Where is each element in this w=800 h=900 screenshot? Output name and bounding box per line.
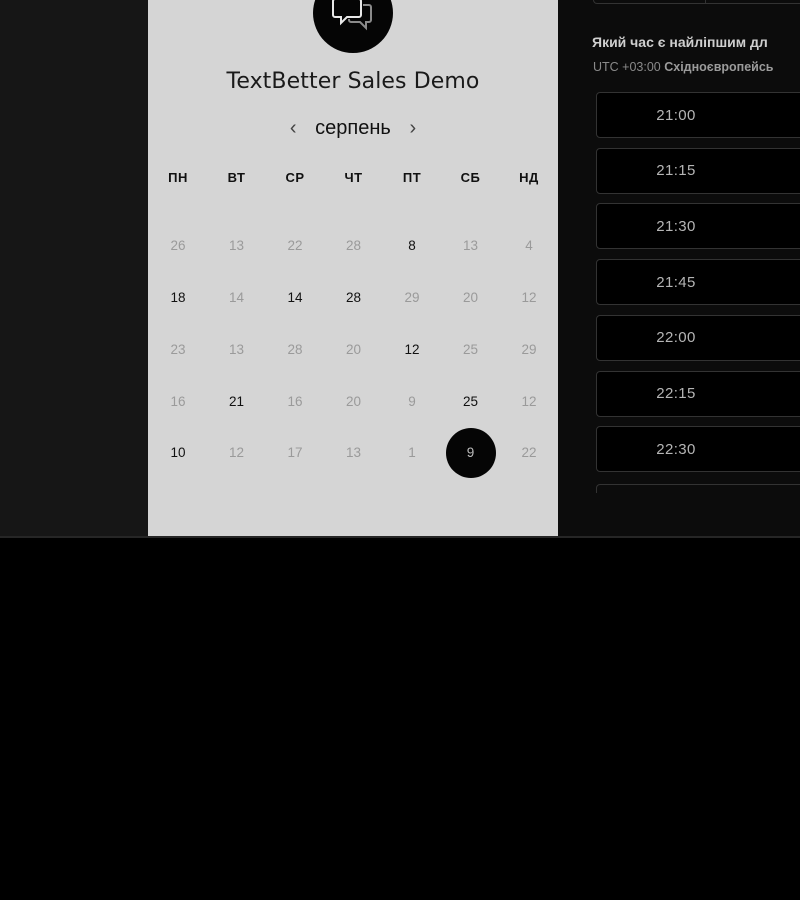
calendar-day: 9: [408, 394, 416, 409]
weekday-label: НД: [519, 170, 539, 185]
calendar-day: 12: [228, 445, 245, 460]
timezone-name: Східноєвропейсь: [664, 60, 774, 74]
weekday-label: ЧТ: [344, 170, 363, 185]
time-selection-panel: Який час є найліпшим дл UTC +03:00 Східн…: [558, 0, 800, 537]
calendar-day[interactable]: 28: [329, 273, 379, 323]
calendar-day: 29: [521, 342, 537, 357]
calendar-day: 13: [345, 445, 362, 460]
page-background-left: [0, 0, 148, 537]
calendar-day[interactable]: 12: [387, 325, 437, 375]
calendar-day[interactable]: 10: [153, 428, 203, 478]
view-toggle[interactable]: [593, 0, 800, 4]
calendar-day: 14: [228, 290, 245, 305]
weekday-label: СР: [285, 170, 305, 185]
divider: [0, 536, 800, 538]
calendar-day: 13: [228, 238, 245, 253]
calendar-day: 20: [345, 394, 362, 409]
calendar-day: 20: [462, 290, 479, 305]
calendar-day[interactable]: 8: [387, 221, 437, 271]
calendar-day: 16: [287, 394, 303, 409]
weekday-label: СБ: [460, 170, 481, 185]
calendar-day: 16: [170, 394, 186, 409]
calendar-day: 23: [170, 342, 186, 357]
view-toggle-divider: [705, 0, 706, 3]
calendar-day: 22: [287, 238, 303, 253]
calendar-day: 12: [521, 290, 537, 305]
time-slot-partial[interactable]: [596, 484, 800, 493]
calendar-day: 28: [345, 238, 362, 253]
calendar-day: 13: [462, 238, 479, 253]
weekday-label: ПТ: [402, 170, 422, 185]
calendar-day: 22: [521, 445, 537, 460]
calendar-day[interactable]: 25: [446, 377, 496, 427]
booking-card: TextBetter Sales Demo ‹ серпень › ПН ВТ СР…: [148, 0, 558, 537]
timezone-label[interactable]: UTC +03:00 Східноєвропейсь: [593, 60, 774, 74]
calendar-day: 13: [228, 342, 245, 357]
calendar-day-selected[interactable]: 9: [445, 428, 496, 478]
weekday-label: ПН: [168, 170, 188, 185]
timezone-offset: UTC +03:00: [593, 60, 661, 74]
month-label: серпень: [315, 116, 391, 139]
calendar-day: 4: [525, 238, 533, 253]
calendar-day[interactable]: 18: [153, 273, 203, 323]
time-slot-button[interactable]: 21:30: [596, 203, 800, 250]
chevron-right-icon[interactable]: ›: [403, 118, 423, 138]
calendar-day: 25: [462, 342, 479, 357]
time-slot-button[interactable]: 22:30: [596, 426, 800, 473]
calendar-day: 29: [404, 290, 420, 305]
calendar-day: 1: [408, 445, 416, 460]
calendar-day: 26: [170, 238, 186, 253]
time-slot-button[interactable]: 22:15: [596, 370, 800, 417]
time-slot-button[interactable]: 21:15: [596, 147, 800, 194]
time-slot-button[interactable]: 22:00: [596, 314, 800, 361]
calendar-day[interactable]: 21: [212, 377, 262, 427]
time-slot-button[interactable]: 21:45: [596, 259, 800, 306]
calendar-day: 17: [287, 445, 303, 460]
calendar-day[interactable]: 14: [270, 273, 320, 323]
calendar-day: 20: [345, 342, 362, 357]
time-question-heading: Який час є найліпшим дл: [592, 34, 768, 50]
calendar-day: 28: [287, 342, 303, 357]
calendar-day: 12: [521, 394, 537, 409]
event-title: TextBetter Sales Demo: [226, 69, 480, 94]
chat-bubbles-icon: [313, 0, 393, 53]
month-navigation: ‹ серпень ›: [148, 113, 558, 143]
chevron-left-icon[interactable]: ‹: [283, 118, 303, 138]
time-slot-button[interactable]: 21:00: [596, 92, 800, 138]
weekday-label: ВТ: [227, 170, 246, 185]
